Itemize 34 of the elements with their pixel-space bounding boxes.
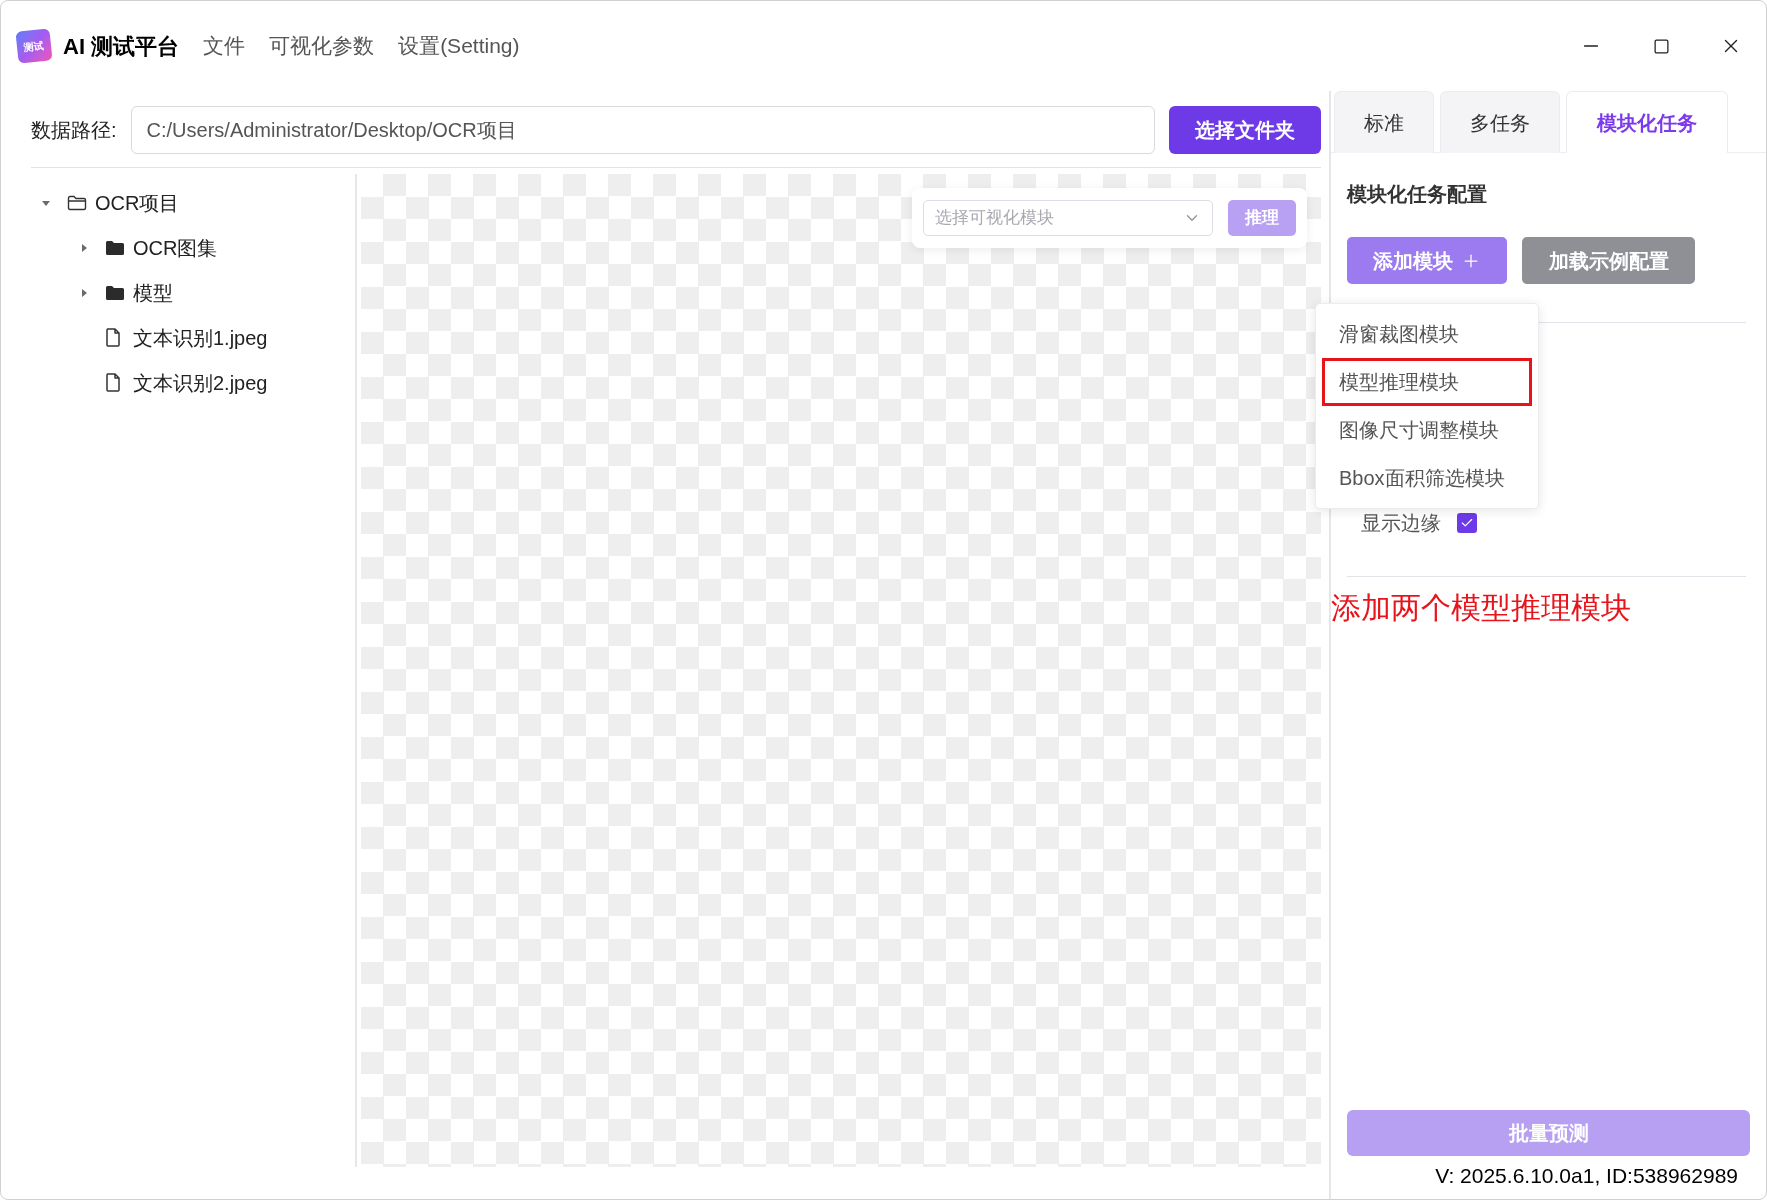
section-title: 模块化任务配置 <box>1347 182 1488 207</box>
menu-option[interactable]: 滑窗裁图模块 <box>1322 310 1532 358</box>
check-icon <box>1460 516 1474 530</box>
menu-option[interactable]: 模型推理模块 <box>1322 358 1532 406</box>
menu-item[interactable]: 设置(Setting) <box>398 30 520 62</box>
menu-option[interactable]: 图像尺寸调整模块 <box>1322 406 1532 454</box>
tree-item[interactable]: OCR项目 <box>95 187 180 218</box>
menu-item[interactable]: 可视化参数 <box>269 30 375 62</box>
maximize-icon[interactable] <box>1652 37 1670 55</box>
tree-item[interactable]: OCR图集 <box>133 232 218 263</box>
menu-option[interactable]: Bbox面积筛选模块 <box>1322 454 1532 502</box>
tab[interactable]: 标准 <box>1334 91 1434 153</box>
caret-right-icon[interactable] <box>79 242 89 253</box>
folder-icon <box>67 194 87 211</box>
tab[interactable]: 模块化任务 <box>1566 91 1728 153</box>
tab[interactable]: 多任务 <box>1440 91 1560 153</box>
app-title: AI 测试平台 <box>63 32 180 61</box>
menu-item[interactable]: 文件 <box>203 30 246 62</box>
annotation-text: 添加两个模型推理模块 <box>1331 590 1632 626</box>
folder-icon <box>105 284 125 301</box>
version-text: V: 2025.6.10.0a1, ID:538962989 <box>1435 1162 1738 1189</box>
select-folder-button[interactable]: 选择文件夹 <box>1169 106 1321 154</box>
caret-right-icon[interactable] <box>79 287 89 298</box>
tree-item[interactable]: 文本识别1.jpeg <box>133 322 268 353</box>
path-label: 数据路径: <box>31 118 117 143</box>
tree-item[interactable]: 文本识别2.jpeg <box>133 367 268 398</box>
file-icon <box>105 328 121 347</box>
path-field[interactable]: C:/Users/Administrator/Desktop/OCR项目 <box>130 106 1155 154</box>
folder-icon <box>105 239 125 256</box>
checkbox[interactable] <box>1457 513 1477 533</box>
app-logo: 测试 <box>15 28 53 64</box>
tree-item[interactable]: 模型 <box>133 277 173 308</box>
file-icon <box>105 373 121 392</box>
option-label: 显示边缘 <box>1361 511 1441 536</box>
